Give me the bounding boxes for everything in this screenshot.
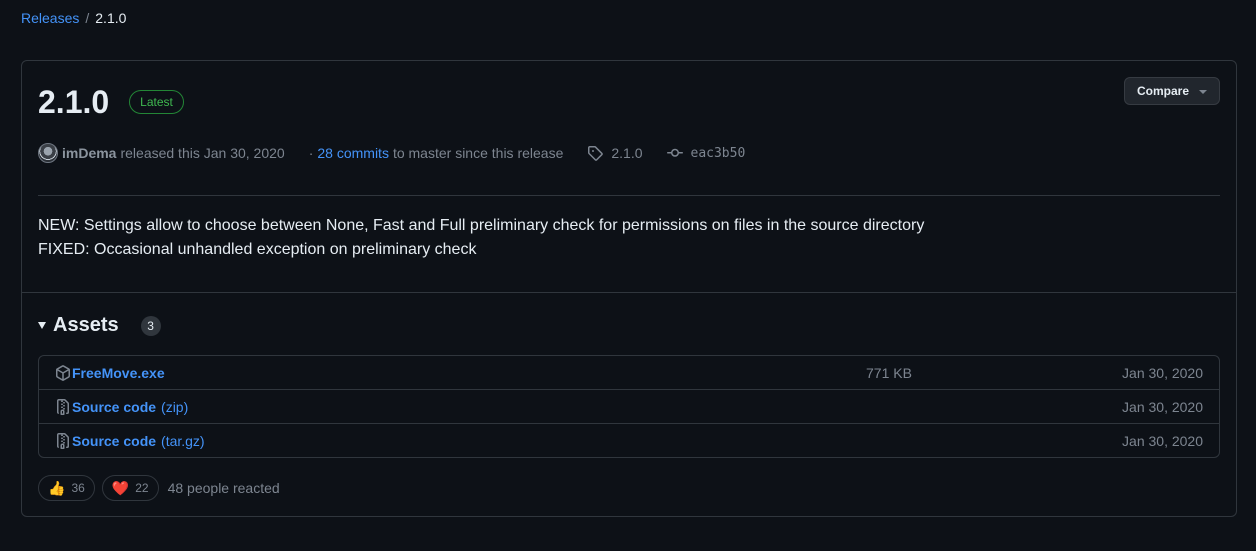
asset-ext: (zip)	[161, 398, 189, 415]
asset-link-source-zip[interactable]: Source code (zip)	[55, 398, 189, 415]
release-title[interactable]: 2.1.0	[38, 83, 109, 121]
commit-sha: eac3b50	[690, 145, 746, 161]
asset-row: Source code (zip) Jan 30, 2020	[39, 389, 1219, 423]
latest-badge: Latest	[129, 90, 184, 114]
breadcrumb-releases-link[interactable]: Releases	[21, 10, 79, 26]
asset-ext: (tar.gz)	[161, 432, 205, 449]
compare-button-label: Compare	[1136, 84, 1189, 98]
tag-icon	[588, 146, 604, 161]
release-header: 2.1.0 Latest	[38, 83, 184, 121]
assets-title: Assets	[53, 314, 119, 336]
asset-name: Source code	[72, 398, 157, 415]
asset-name: FreeMove.exe	[72, 364, 165, 381]
tag-label: 2.1.0	[611, 145, 643, 161]
released-text: released this Jan 30, 2020	[120, 145, 285, 161]
assets-list: FreeMove.exe 771 KB Jan 30, 2020 Source …	[38, 355, 1220, 458]
reaction-heart-button[interactable]: ❤️ 22	[101, 475, 159, 501]
asset-link-source-targz[interactable]: Source code (tar.gz)	[55, 432, 205, 449]
reactions-bar: 👍 36 ❤️ 22 48 people reacted	[38, 475, 280, 501]
assets-count-badge: 3	[140, 315, 161, 336]
release-note-line: NEW: Settings allow to choose between No…	[38, 217, 925, 234]
asset-row: Source code (tar.gz) Jan 30, 2020	[39, 423, 1219, 457]
commits-suffix: to master since this release	[392, 145, 564, 161]
release-notes: NEW: Settings allow to choose between No…	[38, 214, 924, 262]
avatar[interactable]	[38, 143, 58, 163]
chevron-down-icon	[1199, 90, 1207, 94]
thumbs-up-icon: 👍	[48, 480, 66, 496]
asset-date: Jan 30, 2020	[1122, 432, 1203, 449]
triangle-down-icon	[38, 322, 46, 329]
asset-date: Jan 30, 2020	[1122, 364, 1203, 381]
asset-row: FreeMove.exe 771 KB Jan 30, 2020	[39, 356, 1219, 389]
release-note-line: FIXED: Occasional unhandled exception on…	[38, 241, 477, 258]
asset-size: 771 KB	[866, 364, 912, 381]
breadcrumb-current: 2.1.0	[95, 10, 127, 26]
asset-name: Source code	[72, 432, 157, 449]
compare-button[interactable]: Compare	[1123, 77, 1220, 105]
reaction-count: 36	[71, 481, 85, 495]
package-icon	[56, 364, 70, 381]
release-card: 2.1.0 Latest Compare imDema released thi…	[21, 60, 1237, 517]
commits-link[interactable]: 28 commits	[317, 145, 389, 161]
divider	[38, 195, 1220, 196]
assets-toggle[interactable]: Assets 3	[38, 314, 161, 337]
commit-item[interactable]: eac3b50	[666, 145, 746, 161]
git-commit-icon	[666, 148, 683, 157]
asset-date: Jan 30, 2020	[1122, 398, 1203, 415]
file-zip-icon	[57, 432, 69, 449]
bullet-separator: ·	[308, 145, 314, 161]
heart-icon: ❤️	[111, 480, 130, 496]
release-meta: imDema released this Jan 30, 2020 · 28 c…	[38, 142, 745, 164]
reaction-thumbs-up-button[interactable]: 👍 36	[38, 475, 95, 501]
reactions-summary: 48 people reacted	[167, 480, 280, 496]
breadcrumb-separator: /	[85, 10, 90, 26]
author-link[interactable]: imDema	[62, 145, 116, 161]
divider	[22, 292, 1236, 293]
tag-item[interactable]: 2.1.0	[587, 145, 643, 161]
reaction-count: 22	[135, 481, 149, 495]
breadcrumb: Releases / 2.1.0	[21, 10, 126, 26]
asset-link-freemove-exe[interactable]: FreeMove.exe	[55, 365, 165, 381]
file-zip-icon	[57, 398, 69, 415]
